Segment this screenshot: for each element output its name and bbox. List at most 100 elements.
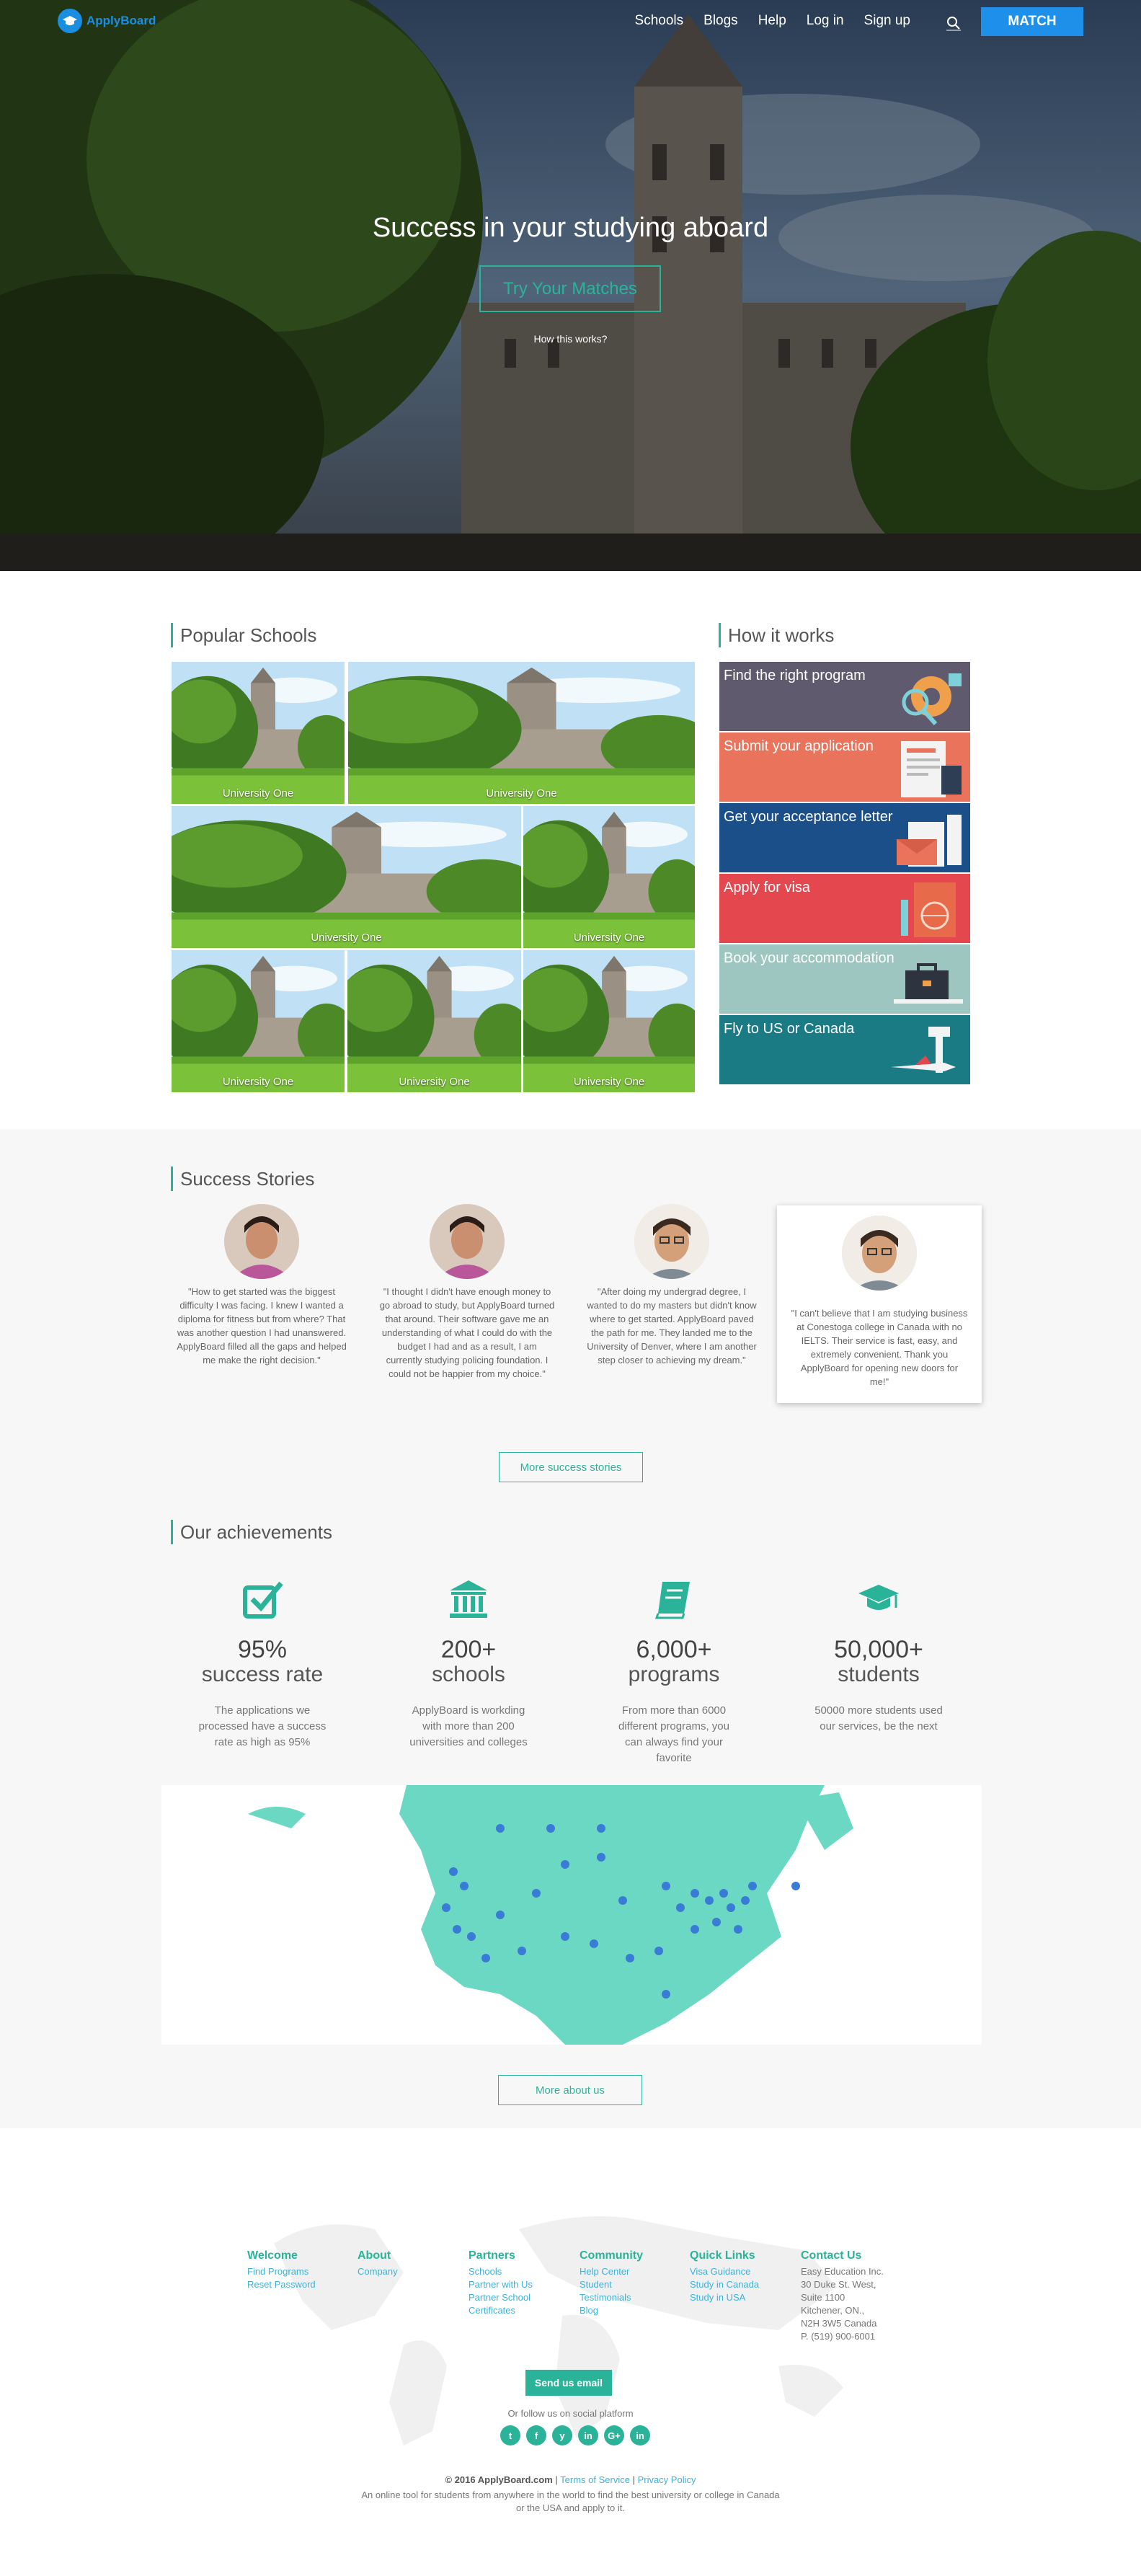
nav-signup[interactable]: Sign up [864,13,910,29]
achievement-number: 50,000+ [834,1636,923,1663]
achievement-unit: success rate [201,1663,324,1686]
school-name: University One [222,787,294,800]
linkedin-icon[interactable]: in [630,2425,650,2446]
top-nav: ApplyBoard Schools Blogs Help Log in Sig… [0,0,1141,46]
privacy-link[interactable]: Privacy Policy [638,2474,696,2485]
google-plus-icon[interactable]: G+ [604,2425,624,2446]
school-tile[interactable]: University One [523,950,695,1092]
footer-link-reset-password[interactable]: Reset Password [247,2278,355,2291]
hero-section: ApplyBoard Schools Blogs Help Log in Sig… [0,0,1141,571]
match-button[interactable]: MATCH [981,7,1083,36]
avatar [430,1204,505,1279]
step-submit-application[interactable]: Submit your application [719,732,970,802]
footer-link-partner-certificates[interactable]: Partner School Certificates [469,2291,541,2317]
step-label: Get your acceptance letter [724,809,893,825]
footer-heading: Contact Us [801,2249,862,2262]
school-tile[interactable]: University One [172,806,521,948]
send-email-button[interactable]: Send us email [525,2370,612,2396]
achievement-number: 95% [237,1636,288,1663]
step-book-accommodation[interactable]: Book your accommodation [719,944,970,1014]
campus-image [172,950,345,1092]
step-find-program[interactable]: Find the right program [719,662,970,731]
footer-col-community: Community Help Center Student Testimonia… [580,2249,688,2317]
success-stories-heading: Success Stories [171,1167,314,1191]
popular-schools-heading: Popular Schools [171,623,316,647]
story-card-featured: "I can't believe that I am studying busi… [777,1205,982,1403]
magnifier-gear-icon [902,673,962,725]
school-tile[interactable]: University One [172,950,345,1092]
terms-link[interactable]: Terms of Service [560,2474,630,2485]
graduation-cap-icon [858,1585,899,1610]
follow-text: Or follow us on social platform [507,2408,634,2419]
achievement-programs: 6,000+ programs From more than 6000 diff… [587,1577,760,1766]
achievement-unit: programs [628,1663,720,1686]
how-this-works-link[interactable]: How this works? [0,333,1141,345]
footer-link-study-usa[interactable]: Study in USA [690,2291,798,2304]
nav-login[interactable]: Log in [807,13,844,29]
school-name: University One [486,787,557,800]
achievement-unit: students [838,1663,920,1686]
step-apply-visa[interactable]: Apply for visa [719,874,970,943]
school-name: University One [311,931,382,944]
story-quote: "I thought I didn't have enough money to… [379,1286,555,1379]
passport-globe-icon [901,882,956,937]
school-name: University One [573,1076,645,1088]
footer-link-testimonials[interactable]: Student Testimonials [580,2278,631,2304]
nav-schools[interactable]: Schools [635,13,684,29]
step-acceptance-letter[interactable]: Get your acceptance letter [719,803,970,872]
letter-envelope-icon [897,815,962,867]
school-tile[interactable]: University One [347,950,521,1092]
try-matches-button[interactable]: Try Your Matches [479,265,661,312]
school-tile[interactable]: University One [523,806,695,948]
nav-blogs[interactable]: Blogs [703,13,738,29]
footer-heading: Partners [469,2249,515,2262]
campus-image [172,806,521,948]
achievement-unit: schools [432,1663,505,1686]
footer-heading: Quick Links [690,2249,755,2262]
school-tile[interactable]: University One [348,662,695,804]
graduation-cap-logo-icon [58,9,82,33]
story-quote: "How to get started was the biggest diff… [177,1286,347,1366]
search-icon[interactable] [945,14,962,32]
footer-link-schools[interactable]: Schools [469,2265,577,2278]
achievement-schools: 200+ schools ApplyBoard is workding with… [382,1577,555,1750]
book-icon [654,1582,690,1619]
campus-image [172,662,345,804]
contact-line: 30 Duke St. West, [801,2279,876,2290]
footer-col-quick-links: Quick Links Visa Guidance Study in Canad… [690,2249,798,2304]
step-label: Book your accommodation [724,950,894,966]
school-tile[interactable]: University One [172,662,345,804]
how-it-works-heading: How it works [719,623,834,647]
partner-schools-map[interactable] [161,1785,982,2045]
nav-help[interactable]: Help [758,13,786,29]
nav-links: Schools Blogs Help Log in Sign up [635,13,910,29]
control-tower-plane-icon [891,1027,956,1073]
footer-link-partner-with-us[interactable]: Partner with Us [469,2278,577,2291]
footer-link-find-programs[interactable]: Find Programs [247,2265,355,2278]
institution-icon [450,1580,487,1618]
footer-heading: About [358,2249,391,2262]
contact-line: Kitchener, ON., [801,2305,865,2316]
step-fly[interactable]: Fly to US or Canada [719,1015,970,1084]
north-america-map-image [161,1785,982,2045]
footer-link-blog[interactable]: Blog [580,2304,688,2317]
logo-text: ApplyBoard [86,14,156,27]
instagram-icon[interactable]: in [578,2425,598,2446]
youtube-icon[interactable]: y [552,2425,572,2446]
twitter-icon[interactable]: t [500,2425,520,2446]
story-quote: "After doing my undergrad degree, I want… [587,1286,757,1366]
facebook-icon[interactable]: f [526,2425,546,2446]
campus-image [347,950,521,1092]
contact-line: Suite 1100 [801,2292,845,2303]
step-label: Submit your application [724,738,874,754]
step-label: Apply for visa [724,880,811,895]
footer-link-visa[interactable]: Visa Guidance [690,2265,798,2278]
footer-link-study-canada[interactable]: Study in Canada [690,2278,798,2291]
more-about-us-button[interactable]: More about us [498,2075,642,2105]
achievements-heading: Our achievements [171,1520,332,1544]
footer-link-company[interactable]: Company [358,2265,466,2278]
logo[interactable]: ApplyBoard [58,9,156,33]
footer-link-help-center[interactable]: Help Center [580,2265,688,2278]
more-stories-button[interactable]: More success stories [499,1452,643,1482]
contact-line: Easy Education Inc. [801,2266,884,2277]
